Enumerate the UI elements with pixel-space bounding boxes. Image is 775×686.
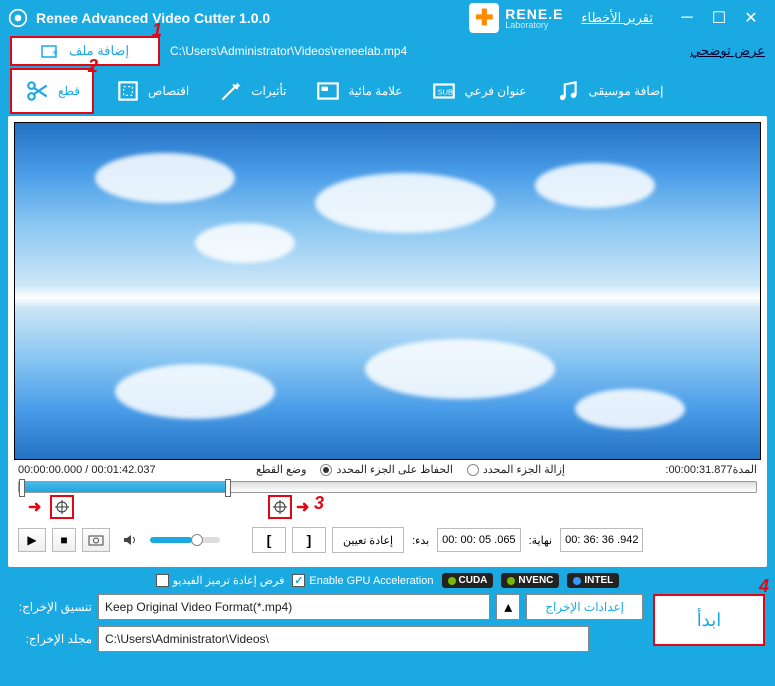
svg-text:SUB: SUB	[438, 87, 454, 96]
video-preview[interactable]	[14, 122, 761, 460]
file-path-label: C:\Users\Administrator\Videos\reneelab.m…	[170, 44, 407, 58]
close-button[interactable]: ✕	[735, 5, 767, 31]
subtitle-icon: SUB	[430, 78, 458, 104]
error-report-link[interactable]: تقرير الأخطاء	[581, 10, 653, 26]
demo-link[interactable]: عرض توضحي	[690, 43, 765, 59]
camera-icon	[88, 534, 104, 546]
scissors-icon	[24, 78, 52, 104]
volume-button[interactable]	[116, 528, 144, 552]
main-panel: 00:00:00.000 / 00:01:42.037 وضع القطع ال…	[8, 116, 767, 567]
tool-effects[interactable]: تأثيرات	[209, 74, 294, 108]
stop-button[interactable]: ■	[52, 528, 76, 552]
magnifier-icon	[627, 629, 643, 645]
output-folder-label: :مجلد الإخراج	[10, 632, 92, 646]
cuda-badge: CUDA	[442, 573, 494, 588]
output-format-label: :تنسيق الإخراج	[10, 600, 92, 614]
app-icon	[8, 8, 28, 28]
music-icon	[554, 78, 582, 104]
annotation-3: 3	[314, 493, 324, 514]
file-bar: + إضافة ملف 1 C:\Users\Administrator\Vid…	[0, 36, 775, 66]
add-file-icon: +	[41, 43, 59, 59]
set-start-bracket[interactable]: [	[252, 527, 286, 553]
toolbar: قطع 2 اقتصاص تأثيرات علامة مائية SUB عنو…	[0, 66, 775, 116]
snapshot-button[interactable]	[82, 528, 110, 552]
folder-icon	[599, 630, 617, 644]
duration-display: :المدة00:00:31.877	[665, 463, 757, 476]
maximize-button[interactable]: ☐	[703, 5, 735, 31]
timeline-slider[interactable]	[18, 481, 757, 493]
output-settings-button[interactable]: إعدادات الإخراج	[526, 594, 643, 620]
format-dropdown-button[interactable]: ▴	[496, 594, 520, 620]
mark-end-button[interactable]	[268, 495, 292, 519]
radio-icon	[320, 464, 332, 476]
wand-icon	[217, 78, 245, 104]
radio-remove-selected[interactable]: إزالة الجزء المحدد	[467, 463, 565, 476]
tool-subtitle[interactable]: SUB عنوان فرعي	[422, 74, 534, 108]
watermark-icon	[314, 78, 342, 104]
reset-button[interactable]: إعادة تعيين	[332, 527, 404, 553]
target-icon	[273, 500, 287, 514]
browse-folder-button[interactable]	[599, 630, 617, 649]
volume-slider[interactable]	[150, 537, 220, 543]
tool-cut[interactable]: قطع 2	[10, 68, 94, 114]
playback-position: 00:00:00.000 / 00:01:42.037	[18, 464, 156, 476]
intel-badge: INTEL	[567, 573, 619, 588]
annotation-4: 4	[759, 576, 769, 597]
minimize-button[interactable]: ─	[671, 5, 703, 31]
annotation-1: 1	[152, 20, 162, 41]
set-end-bracket[interactable]: ]	[292, 527, 326, 553]
tool-crop[interactable]: اقتصاص	[106, 74, 197, 108]
output-format-select[interactable]: Keep Original Video Format(*.mp4)	[98, 594, 490, 620]
annotation-2: 2	[88, 56, 98, 77]
crop-icon	[114, 78, 142, 104]
brand-logo: ✚ RENE.E Laboratory	[469, 3, 563, 33]
speaker-icon	[122, 533, 138, 547]
tool-music[interactable]: إضافة موسيقى	[546, 74, 671, 108]
start-time-input[interactable]: 00: 00: 05 .065	[437, 528, 520, 552]
encoding-options: فرض إعادة ترميز الفيديو Enable GPU Accel…	[10, 573, 765, 588]
output-folder-input[interactable]: C:\Users\Administrator\Videos\	[98, 626, 589, 652]
end-time-input[interactable]: 00: 36: 36 .942	[560, 528, 643, 552]
arrow-icon: ➜	[296, 497, 309, 517]
titlebar: Renee Advanced Video Cutter 1.0.0 ✚ RENE…	[0, 0, 775, 36]
playback-controls: ▶ ■ [ ] إعادة تعيين :بدء 00: 00: 05 .065…	[14, 523, 761, 561]
timeline-info: 00:00:00.000 / 00:01:42.037 وضع القطع ال…	[14, 460, 761, 479]
gpu-accel-checkbox[interactable]: Enable GPU Acceleration	[292, 574, 433, 587]
start-button[interactable]: ابدأ 4	[653, 594, 765, 646]
svg-text:+: +	[52, 48, 58, 59]
checkbox-icon	[292, 574, 305, 587]
open-folder-button[interactable]	[627, 629, 643, 650]
radio-keep-selected[interactable]: الحفاظ على الجزء المحدد	[320, 463, 452, 476]
add-file-button[interactable]: + إضافة ملف 1	[10, 36, 160, 66]
target-icon	[55, 500, 69, 514]
output-panel: فرض إعادة ترميز الفيديو Enable GPU Accel…	[0, 567, 775, 658]
checkbox-icon	[156, 574, 169, 587]
plus-icon: ✚	[475, 5, 493, 31]
radio-icon	[467, 464, 479, 476]
play-button[interactable]: ▶	[18, 528, 46, 552]
arrow-icon: ➜	[28, 497, 41, 517]
force-recode-checkbox[interactable]: فرض إعادة ترميز الفيديو	[156, 574, 285, 587]
nvenc-badge: NVENC	[501, 573, 559, 588]
mark-start-button[interactable]	[50, 495, 74, 519]
tool-watermark[interactable]: علامة مائية	[306, 74, 410, 108]
